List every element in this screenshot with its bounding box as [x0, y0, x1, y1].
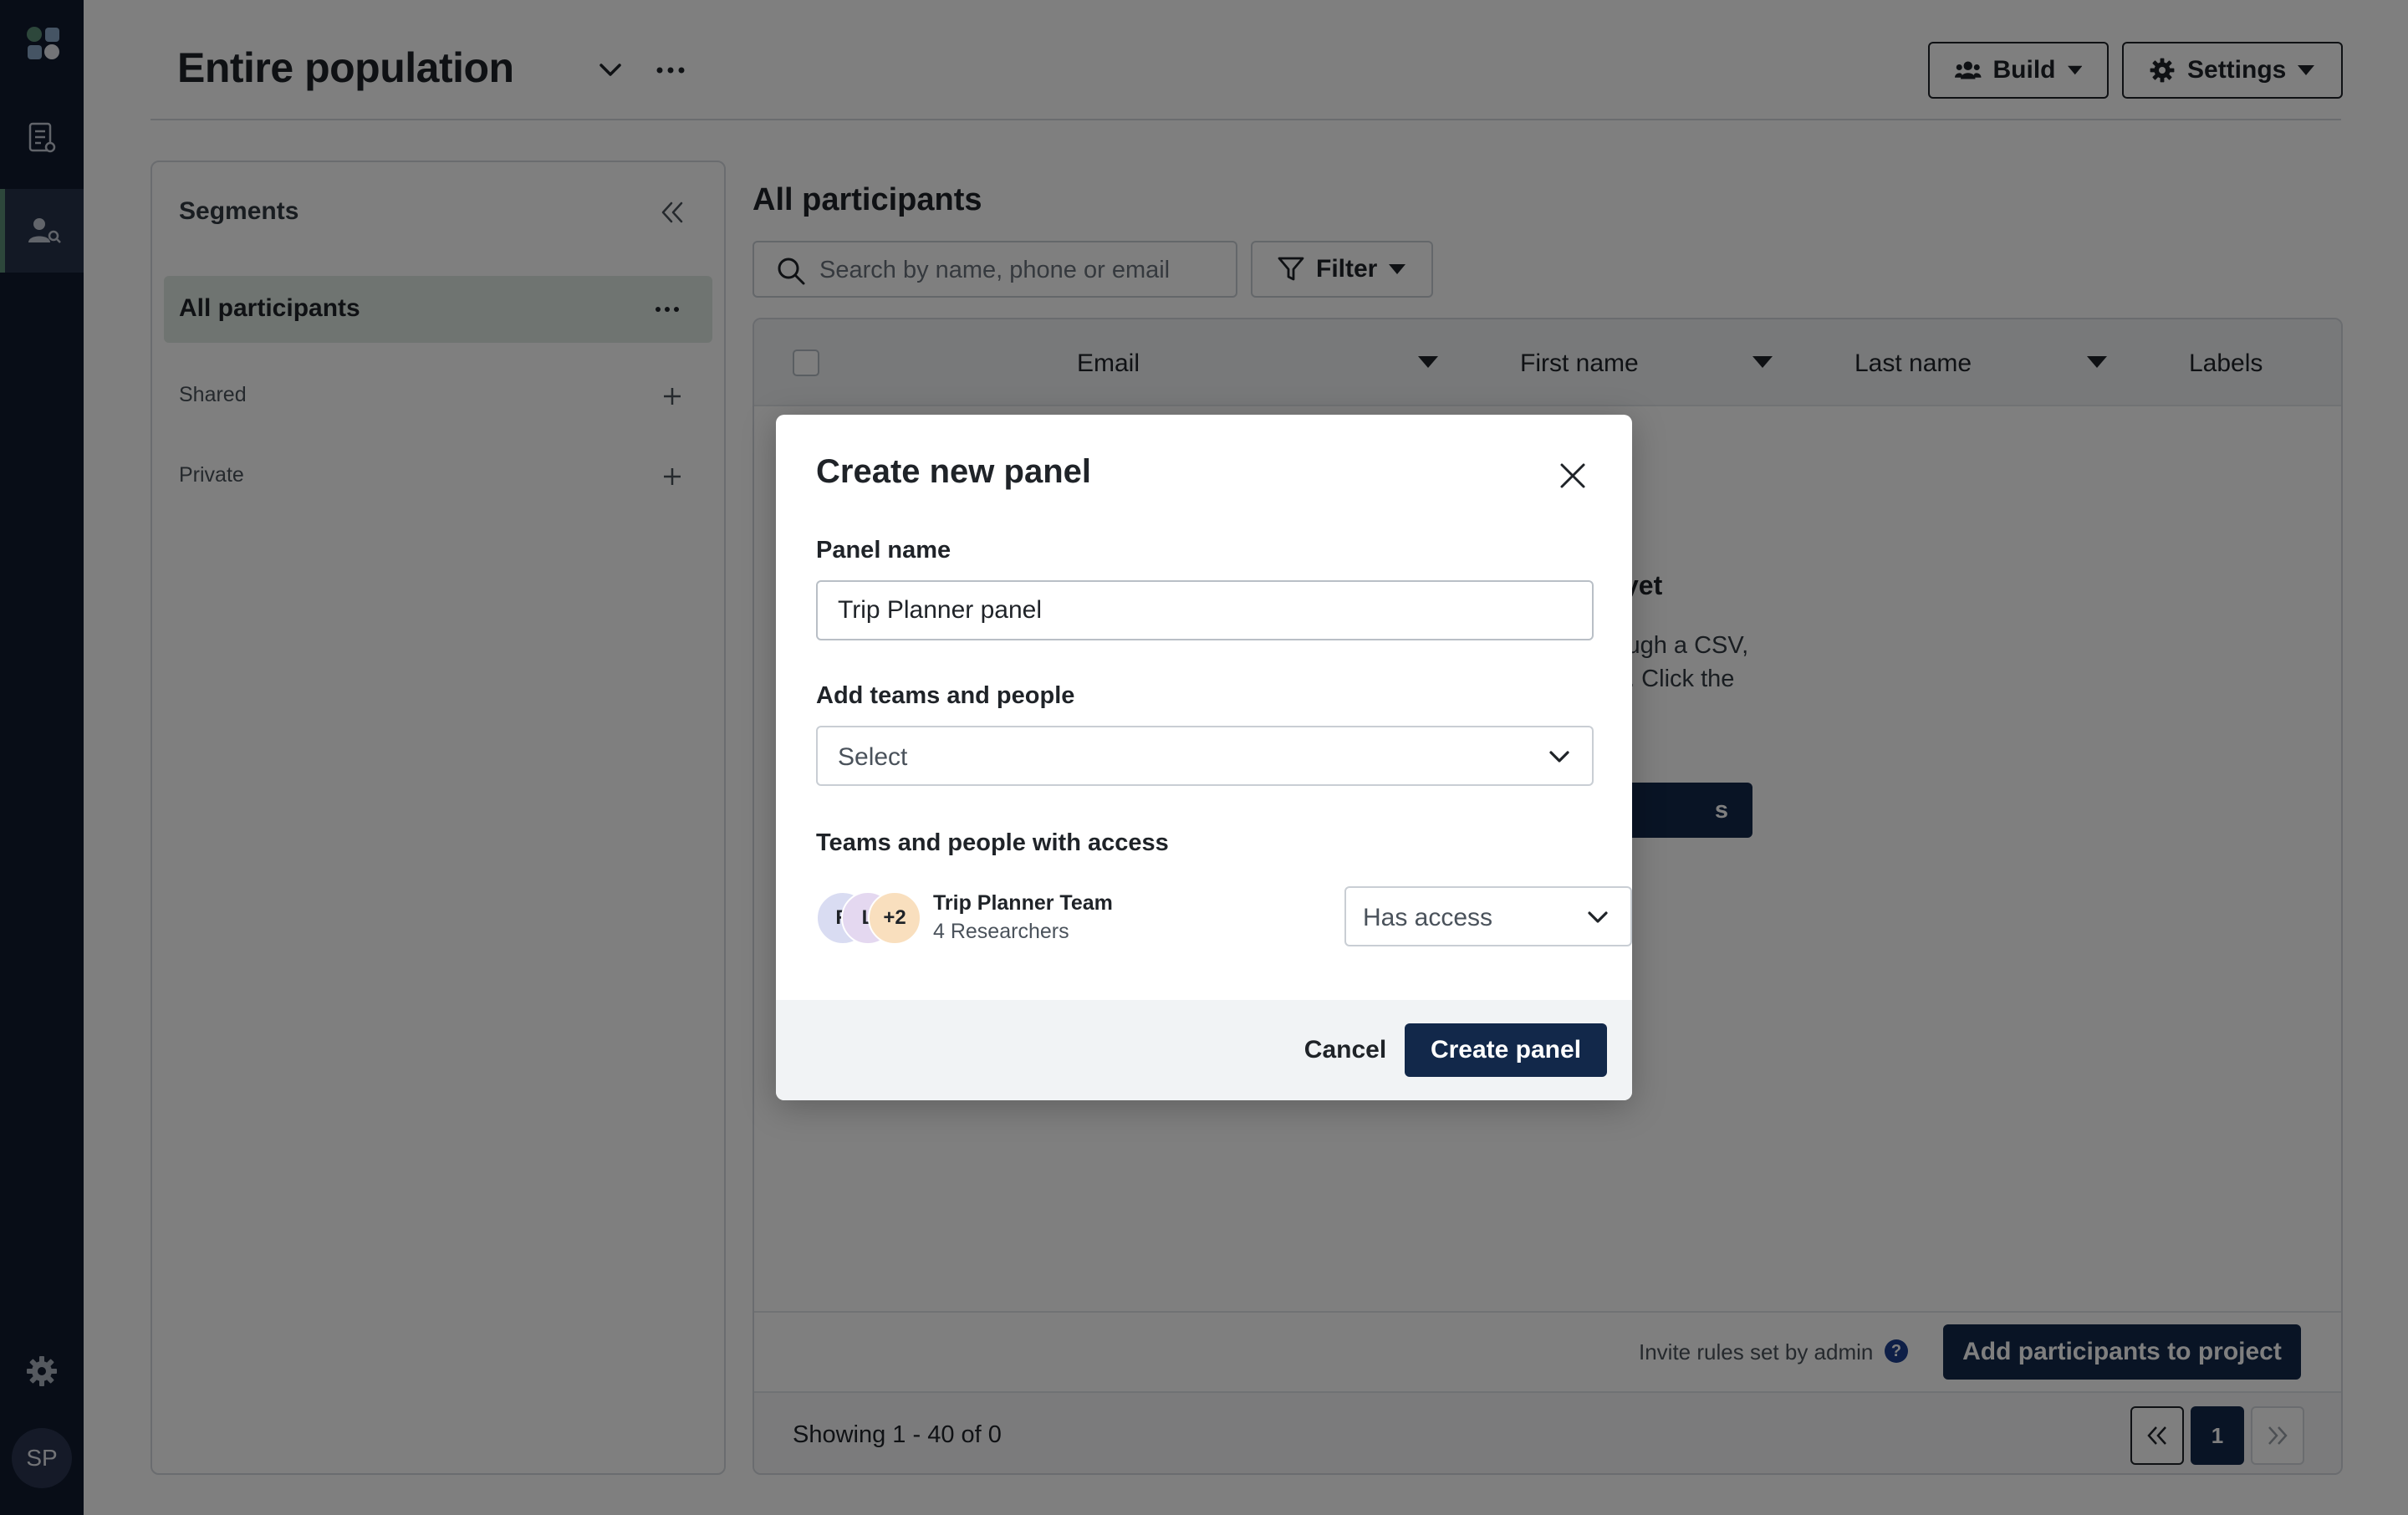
create-panel-button[interactable]: Create panel — [1405, 1023, 1607, 1077]
panel-name-label: Panel name — [816, 537, 951, 564]
chevron-down-icon — [1588, 911, 1608, 923]
add-teams-select[interactable]: Select — [816, 726, 1594, 786]
chevron-down-icon — [1549, 751, 1569, 763]
dialog-title: Create new panel — [816, 453, 1092, 490]
avatar-overflow-count: +2 — [868, 891, 921, 945]
access-section-label: Teams and people with access — [816, 829, 1169, 856]
panel-name-input[interactable] — [816, 580, 1594, 640]
access-level-select[interactable]: Has access — [1344, 886, 1632, 946]
team-member-count: 4 Researchers — [933, 920, 1069, 943]
create-panel-dialog: Create new panel Panel name Add teams an… — [776, 415, 1632, 1100]
add-teams-label: Add teams and people — [816, 682, 1075, 709]
select-placeholder: Select — [838, 743, 908, 771]
close-icon — [1560, 463, 1585, 488]
access-level-value: Has access — [1363, 904, 1493, 931]
cancel-button[interactable]: Cancel — [1268, 1023, 1423, 1077]
team-access-row: R L +2 Trip Planner Team 4 Researchers H… — [816, 886, 1632, 951]
close-dialog-button[interactable] — [1553, 457, 1592, 495]
team-name: Trip Planner Team — [933, 891, 1113, 915]
dialog-footer: Cancel Create panel — [776, 1000, 1632, 1100]
